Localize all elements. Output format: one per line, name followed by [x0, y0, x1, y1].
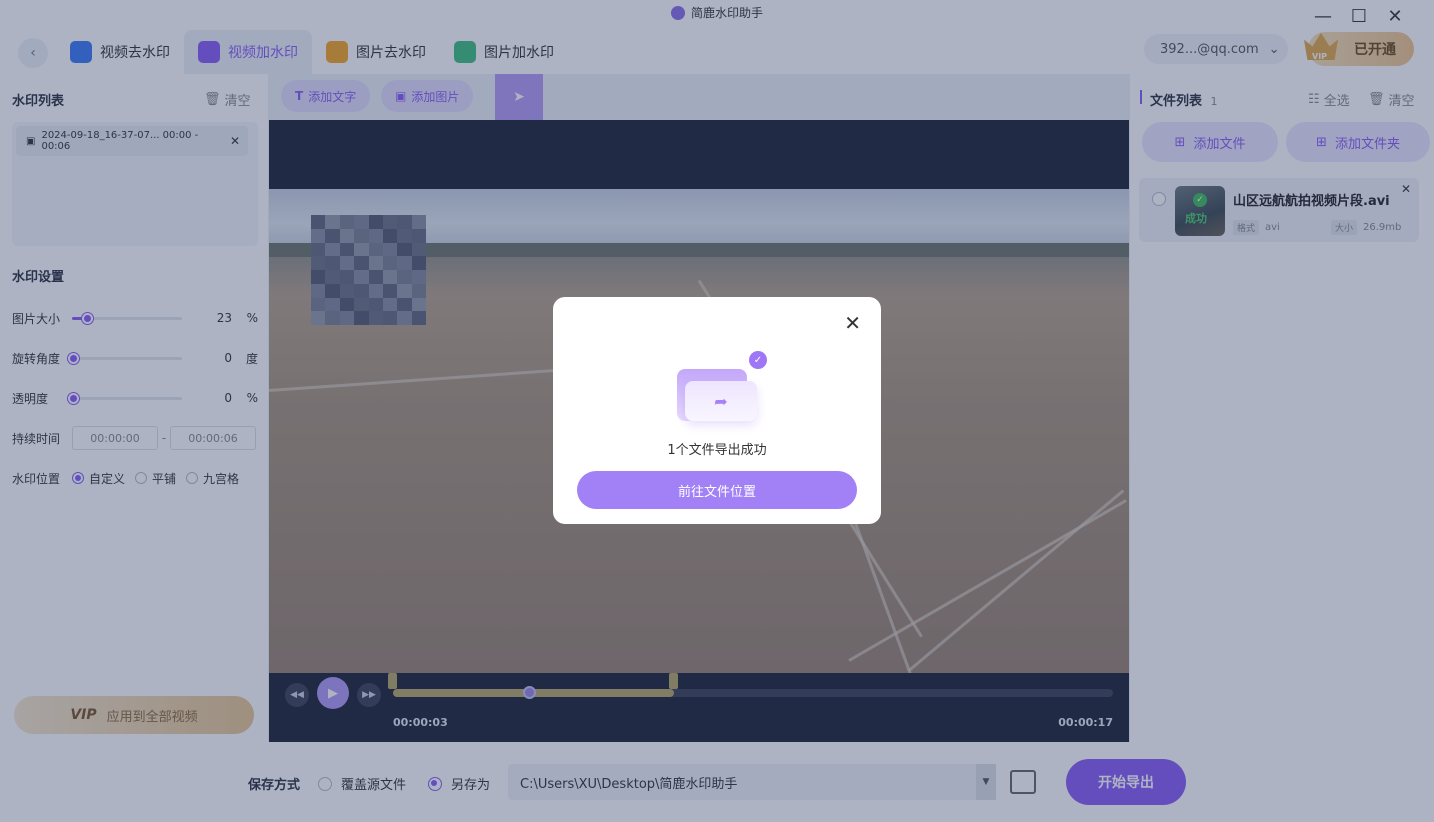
folder-illustration: ➦ [677, 363, 757, 421]
success-check-icon: ✓ [749, 351, 767, 369]
export-success-dialog: ✕ ➦ ✓ 1个文件导出成功 前往文件位置 [553, 297, 881, 524]
open-file-location-button[interactable]: 前往文件位置 [577, 471, 857, 509]
folder-front-shape: ➦ [685, 381, 757, 421]
share-arrow-icon: ➦ [714, 391, 728, 411]
close-icon[interactable]: ✕ [844, 311, 861, 335]
export-success-message: 1个文件导出成功 [667, 443, 767, 458]
